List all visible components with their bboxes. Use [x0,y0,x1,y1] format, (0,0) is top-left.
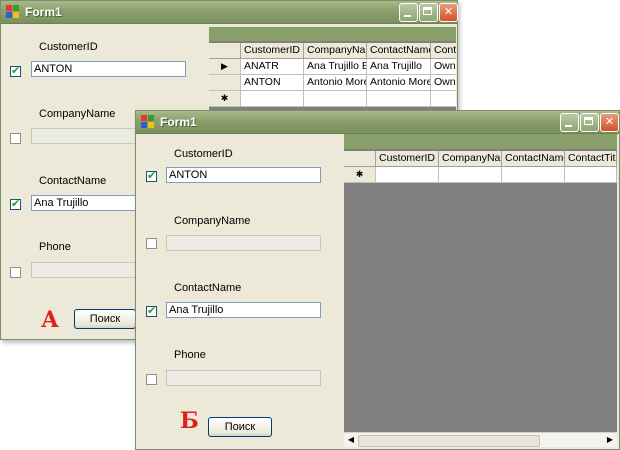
contactname-label: ContactName [174,282,242,294]
minimize-icon [404,15,411,17]
minimize-button[interactable] [560,113,579,132]
contactname-checkbox[interactable]: ✔ [146,306,157,317]
column-header-contactname[interactable]: ContactName [367,43,431,59]
companyname-label: CompanyName [174,215,251,227]
customerid-label: CustomerID [174,148,233,160]
column-header-contacttitle[interactable]: ContactTitle [565,151,617,167]
scrollbar-thumb[interactable] [358,435,540,447]
marker-b: Б [180,408,199,434]
cell[interactable]: Ana Trujillo E [304,59,367,75]
close-button[interactable]: ✕ [600,113,619,132]
cell[interactable] [376,167,439,183]
companyname-checkbox[interactable] [146,238,157,249]
table-row[interactable]: ▶ ANATR Ana Trujillo E Ana Trujillo Owne [209,59,456,75]
minimize-button[interactable] [399,3,418,22]
new-row-asterisk-icon[interactable]: ✱ [209,91,241,107]
cell[interactable] [241,91,304,107]
phone-checkbox[interactable] [10,267,21,278]
column-header-companyname[interactable]: CompanyNa [439,151,502,167]
cell[interactable]: Antonio More [304,75,367,91]
companyname-input[interactable] [166,235,321,251]
maximize-button[interactable] [580,113,599,132]
phone-input[interactable] [166,370,321,386]
app-icon [6,5,20,19]
grid-caption-bar [209,27,456,41]
row-header-cell [344,151,376,167]
column-header-companyname[interactable]: CompanyNa [304,43,367,59]
column-header-customerid[interactable]: CustomerID [241,43,304,59]
customerid-checkbox[interactable]: ✔ [146,171,157,182]
new-row[interactable]: ✱ [209,91,456,107]
companyname-checkbox[interactable] [10,133,21,144]
cell[interactable]: Antonio More [367,75,431,91]
scroll-right-icon[interactable]: ▶ [605,435,615,445]
row-selector-icon[interactable]: ▶ [209,59,241,75]
horizontal-scrollbar[interactable]: ◀ ▶ [344,432,617,447]
form-b-titlebar[interactable]: Form1 ✕ [136,111,619,134]
row-header-cell [209,43,241,59]
cell[interactable] [439,167,502,183]
customerid-checkbox[interactable]: ✔ [10,66,21,77]
form-b-window: Form1 ✕ CustomerID ✔ ANTON CompanyName C… [135,110,620,450]
minimize-icon [565,125,572,127]
close-icon: ✕ [443,6,454,18]
close-button[interactable]: ✕ [439,3,458,22]
maximize-icon [423,7,432,15]
phone-label: Phone [39,241,71,253]
grid-header-row: CustomerID CompanyNa ContactName Contact… [344,151,617,167]
search-button[interactable]: Поиск [208,417,272,437]
customerid-input[interactable]: ANTON [31,61,186,77]
window-title: Form1 [25,5,62,19]
form-a-titlebar[interactable]: Form1 ✕ [1,1,458,24]
table-row[interactable]: ANTON Antonio More Antonio More Owne [209,75,456,91]
cell[interactable] [367,91,431,107]
column-header-contacttitle[interactable]: Conta [431,43,456,59]
close-icon: ✕ [604,116,615,128]
column-header-contactname[interactable]: ContactName [502,151,565,167]
contactname-label: ContactName [39,175,107,187]
phone-label: Phone [174,349,206,361]
new-row[interactable]: ✱ [344,167,617,183]
cell[interactable]: ANATR [241,59,304,75]
cell[interactable] [502,167,565,183]
cell[interactable] [565,167,617,183]
column-header-customerid[interactable]: CustomerID [376,151,439,167]
contactname-input[interactable]: Ana Trujillo [166,302,321,318]
maximize-button[interactable] [419,3,438,22]
app-icon [141,115,155,129]
window-title: Form1 [160,115,197,129]
scroll-left-icon[interactable]: ◀ [346,435,356,445]
cell[interactable] [304,91,367,107]
customerid-input[interactable]: ANTON [166,167,321,183]
cell[interactable]: ANTON [241,75,304,91]
cell[interactable]: Owne [431,59,456,75]
grid-caption-bar [344,134,617,149]
cell[interactable]: Owne [431,75,456,91]
new-row-asterisk-icon[interactable]: ✱ [344,167,376,183]
marker-a: А [41,307,59,333]
cell[interactable]: Ana Trujillo [367,59,431,75]
grid-header-row: CustomerID CompanyNa ContactName Conta [209,43,456,59]
customerid-label: CustomerID [39,41,98,53]
form-b-client: CustomerID ✔ ANTON CompanyName ContactNa… [136,134,619,449]
search-button[interactable]: Поиск [74,309,136,329]
contactname-checkbox[interactable]: ✔ [10,199,21,210]
maximize-icon [584,117,593,125]
phone-checkbox[interactable] [146,374,157,385]
companyname-label: CompanyName [39,108,116,120]
row-selector[interactable] [209,75,241,91]
cell[interactable] [431,91,456,107]
form-b-grid[interactable]: CustomerID CompanyNa ContactName Contact… [344,134,617,447]
